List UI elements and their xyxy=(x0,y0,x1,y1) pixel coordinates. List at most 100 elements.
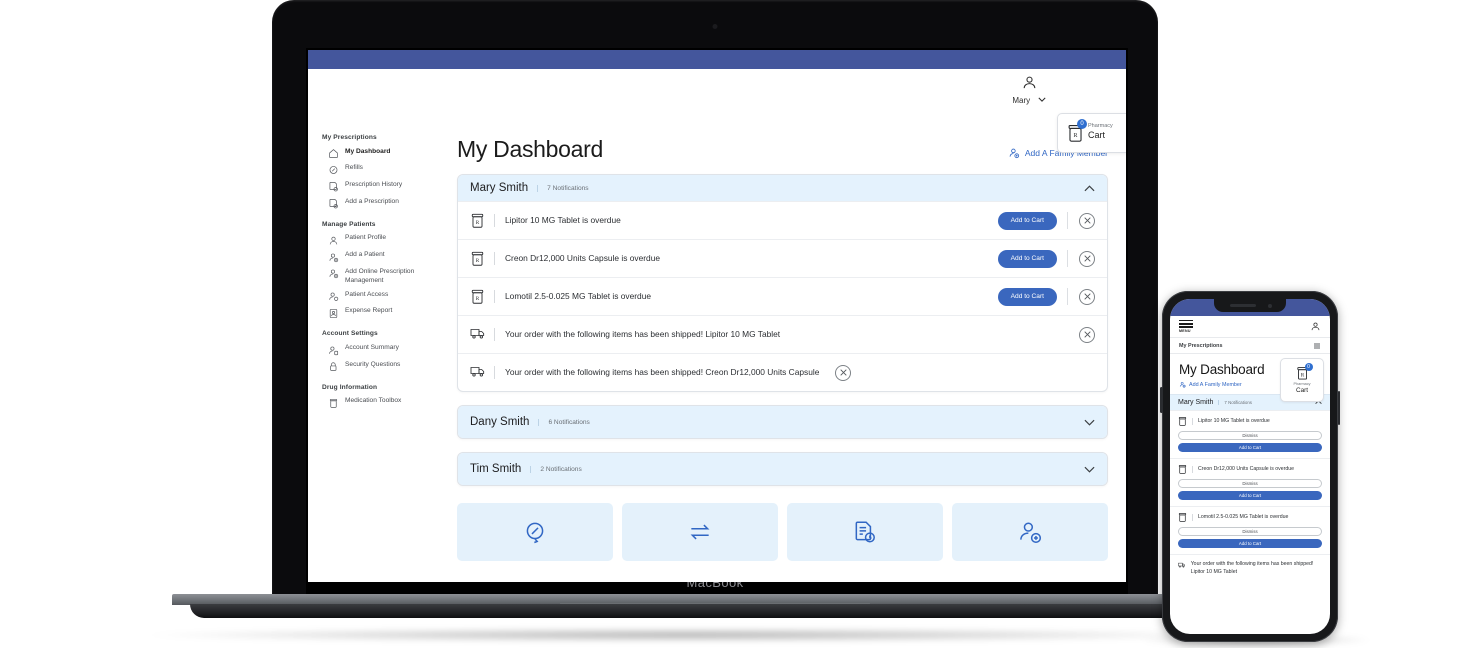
truck-icon xyxy=(470,365,485,381)
chevron-down-icon[interactable] xyxy=(1084,466,1095,473)
sidebar-item-medication-toolbox[interactable]: Medication Toolbox xyxy=(322,395,449,412)
page-header: My Dashboard Add A Family Member xyxy=(457,136,1108,163)
home-icon xyxy=(328,148,339,159)
iphone-device: MENU My Prescriptions My Dashboard Add A… xyxy=(1160,291,1340,642)
main-content: My Dashboard Add A Family Member Mary Sm… xyxy=(449,122,1126,582)
phone-hero: My Dashboard Add A Family Member R 0 Pha… xyxy=(1170,354,1330,402)
person-key-icon xyxy=(328,291,339,302)
sidebar-item-patient-access[interactable]: Patient Access xyxy=(322,288,449,305)
svg-text:R: R xyxy=(476,295,480,301)
person-card-icon xyxy=(328,345,339,356)
person-icon xyxy=(1023,76,1035,89)
phone-dismiss-button[interactable]: Dismiss xyxy=(1178,527,1322,536)
cart-title: Cart xyxy=(1088,129,1106,140)
sidebar-item-my-dashboard[interactable]: My Dashboard xyxy=(322,145,449,162)
phone-add-to-cart-button[interactable]: Add to Cart xyxy=(1178,491,1322,500)
quick-action-add-patient[interactable] xyxy=(952,503,1108,561)
document-clock-icon xyxy=(328,181,339,192)
sidebar-item-label: Refills xyxy=(345,164,363,172)
macbook-device: MacBook Mary R 0 Pharmacy Cart My Prescr… xyxy=(172,0,1258,618)
person-add-icon xyxy=(1009,148,1019,159)
sidebar-item-refills[interactable]: Refills xyxy=(322,162,449,179)
dismiss-icon[interactable] xyxy=(1079,326,1095,343)
sidebar-item-label: Add a Prescription xyxy=(345,197,399,205)
sidebar-item-add-online-prescription-management[interactable]: Add Online Prescription Management xyxy=(322,265,449,288)
patient-card-tim-smith: Tim Smith 2 Notifications xyxy=(457,452,1108,486)
phone-add-to-cart-button[interactable]: Add to Cart xyxy=(1178,443,1322,452)
patient-header[interactable]: Tim Smith 2 Notifications xyxy=(458,453,1107,485)
phone-add-to-cart-button[interactable]: Add to Cart xyxy=(1178,539,1322,548)
person-add-icon xyxy=(1179,381,1186,388)
svg-text:R: R xyxy=(476,257,480,263)
page-body: My Prescriptions My Dashboard Refills Pr… xyxy=(308,122,1126,582)
patient-notification-count: 6 Notifications xyxy=(538,418,590,426)
phone-dismiss-button[interactable]: Dismiss xyxy=(1178,479,1322,488)
notification-text: Your order with the following items has … xyxy=(494,366,824,379)
phone-pharmacy-cart-button[interactable]: R 0 Pharmacy Cart xyxy=(1280,358,1324,402)
sidebar-item-account-summary[interactable]: Account Summary xyxy=(322,341,449,358)
patient-header[interactable]: Dany Smith 6 Notifications xyxy=(458,406,1107,438)
truck-icon xyxy=(470,327,485,343)
person-add-icon xyxy=(1020,522,1042,544)
add-to-cart-button[interactable]: Add to Cart xyxy=(997,211,1057,230)
dismiss-icon[interactable] xyxy=(1079,250,1095,267)
add-to-cart-button[interactable]: Add to Cart xyxy=(997,249,1057,268)
quick-action-history[interactable] xyxy=(787,503,943,561)
sidebar-item-expense-report[interactable]: Expense Report xyxy=(322,305,449,322)
dismiss-icon[interactable] xyxy=(1079,288,1095,305)
laptop-floor-shadow xyxy=(150,628,1220,642)
dismiss-icon[interactable] xyxy=(1079,212,1095,229)
sidebar-item-patient-profile[interactable]: Patient Profile xyxy=(322,232,449,249)
patient-name: Mary Smith xyxy=(470,182,529,194)
chevron-up-icon[interactable] xyxy=(1084,184,1095,192)
quick-action-transfer[interactable] xyxy=(622,503,778,561)
menu-button[interactable]: MENU xyxy=(1179,319,1193,333)
phone-power-button xyxy=(1337,391,1340,425)
svg-text:R: R xyxy=(1300,372,1304,378)
phone-dismiss-button[interactable]: Dismiss xyxy=(1178,431,1322,440)
cart-count-badge: 0 xyxy=(1077,118,1087,129)
desktop-screen: Mary R 0 Pharmacy Cart My Prescriptions … xyxy=(308,50,1126,582)
phone-notification-item: Lomotil 2.5-0.025 MG Tablet is overdue D… xyxy=(1170,506,1330,554)
dismiss-icon[interactable] xyxy=(835,364,851,381)
phone-volume-button xyxy=(1160,387,1163,413)
pill-refill-icon xyxy=(328,165,339,176)
sidebar-item-prescription-history[interactable]: Prescription History xyxy=(322,178,449,195)
pill-bottle-icon: R xyxy=(470,289,485,305)
patient-header[interactable]: Mary Smith 7 Notifications xyxy=(458,175,1107,201)
webcam-icon xyxy=(712,24,718,29)
breadcrumb-label: My Prescriptions xyxy=(1179,342,1223,349)
lock-icon xyxy=(328,361,339,372)
pill-bottle-icon xyxy=(328,398,339,409)
person-add-icon xyxy=(328,252,339,263)
phone-add-family-member-label: Add A Family Member xyxy=(1189,381,1242,388)
chevron-down-icon[interactable] xyxy=(1084,419,1095,426)
list-icon[interactable] xyxy=(1313,342,1321,350)
sidebar-item-add-a-prescription[interactable]: Add a Prescription xyxy=(322,195,449,212)
sidebar-item-label: Security Questions xyxy=(345,360,401,368)
sidebar-item-label: Expense Report xyxy=(345,307,393,315)
phone-shipping-notification: Your order with the following items has … xyxy=(1170,554,1330,582)
sidebar-item-label: Patient Access xyxy=(345,290,389,298)
pharmacy-cart-button[interactable]: R 0 Pharmacy Cart xyxy=(1057,113,1126,153)
notification-text: Your order with the following items has … xyxy=(494,328,1068,341)
sidebar-item-label: Patient Profile xyxy=(345,234,387,242)
sidebar-item-label: My Dashboard xyxy=(345,147,391,155)
sidebar-item-add-a-patient[interactable]: Add a Patient xyxy=(322,248,449,265)
sidebar-item-label: Add a Patient xyxy=(345,251,385,259)
person-icon xyxy=(328,235,339,246)
sidebar-item-label: Add Online Prescription Management xyxy=(345,267,415,284)
user-menu[interactable]: Mary xyxy=(1002,74,1056,109)
sidebar-item-security-questions[interactable]: Security Questions xyxy=(322,358,449,375)
phone-patient-name: Mary Smith xyxy=(1178,399,1214,406)
quick-action-refill[interactable] xyxy=(457,503,613,561)
phone-status-bar xyxy=(1170,299,1330,316)
person-add-icon xyxy=(328,268,339,279)
cart-count-badge: 0 xyxy=(1304,363,1313,371)
person-icon[interactable] xyxy=(1310,321,1321,332)
notification-row: Your order with the following items has … xyxy=(458,315,1107,353)
add-to-cart-button[interactable]: Add to Cart xyxy=(997,287,1057,306)
document-clock-icon xyxy=(855,521,875,543)
notification-text: Lipitor 10 MG Tablet is overdue xyxy=(494,214,998,227)
phone-top-navigation: MENU xyxy=(1170,316,1330,338)
